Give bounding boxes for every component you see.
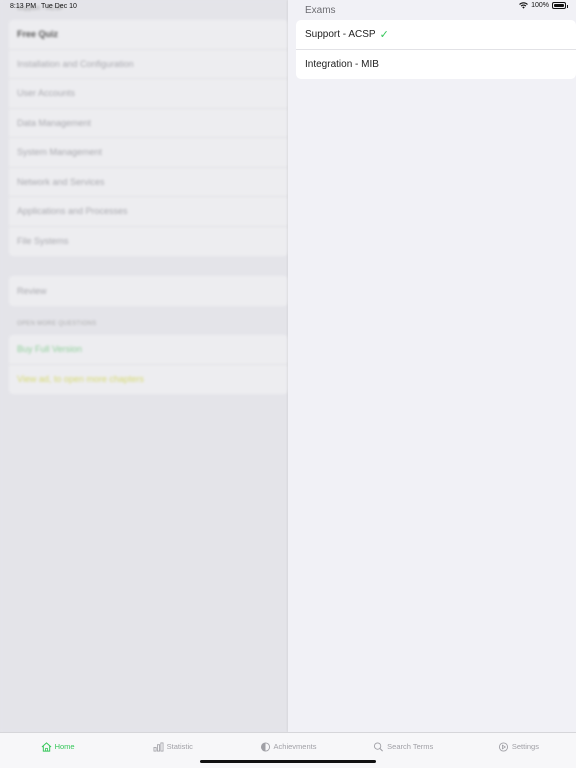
chapter-item[interactable]: Network and Services xyxy=(9,168,288,197)
tab-label: Statistic xyxy=(166,742,193,751)
exam-item-support-acsp[interactable]: Support - ACSP ✓ xyxy=(296,20,576,50)
tab-label: Search Terms xyxy=(387,742,434,751)
wifi-icon xyxy=(519,2,528,9)
open-more-section-label: OPEN MORE QUESTIONS xyxy=(17,321,97,327)
house-icon xyxy=(41,741,51,752)
purchase-group: Buy Full Version View ad, to open more c… xyxy=(9,335,288,394)
buy-full-version-item[interactable]: Buy Full Version xyxy=(9,335,288,365)
play-circle-icon xyxy=(498,741,508,752)
exam-item-label: Integration - MIB xyxy=(305,58,379,70)
chapter-item[interactable]: Applications and Processes xyxy=(9,197,288,227)
search-icon xyxy=(374,741,384,751)
exam-item-label: Support - ACSP xyxy=(305,28,376,40)
battery-fill xyxy=(554,4,564,7)
half-circle-icon xyxy=(260,741,270,752)
home-indicator[interactable] xyxy=(200,760,376,763)
status-time: 8:13 PM xyxy=(10,3,37,10)
chapter-item[interactable]: Installation and Configuration xyxy=(9,50,288,79)
tab-label: Home xyxy=(54,742,75,751)
exams-popover: Exams Support - ACSP ✓ Integration - MIB xyxy=(288,0,576,732)
review-group: Review xyxy=(9,276,288,306)
tab-label: Achievments xyxy=(273,742,317,751)
checkmark-icon: ✓ xyxy=(379,28,389,41)
status-right: 100% xyxy=(519,2,568,9)
tab-label: Settings xyxy=(511,742,539,751)
view-ad-item[interactable]: View ad, to open more chapters xyxy=(9,365,288,395)
battery-icon xyxy=(552,2,568,9)
chapter-item[interactable]: File Systems xyxy=(9,227,288,257)
chapter-item[interactable]: System Management xyxy=(9,138,288,168)
bar-chart-icon xyxy=(153,742,164,751)
chapter-item[interactable]: Data Management xyxy=(9,109,288,138)
tab-home[interactable]: Home xyxy=(0,733,115,768)
chapter-list-panel: Support - ACSP Free Quiz Installation an… xyxy=(0,0,288,732)
chapter-group: Free Quiz Installation and Configuration… xyxy=(9,20,288,256)
chapter-item[interactable]: User Accounts xyxy=(9,79,288,109)
status-date: Tue Dec 10 xyxy=(41,3,77,10)
tab-settings[interactable]: Settings xyxy=(461,733,576,768)
exams-list: Support - ACSP ✓ Integration - MIB xyxy=(296,20,576,79)
exam-item-integration-mib[interactable]: Integration - MIB xyxy=(296,50,576,80)
chapter-item-free-quiz[interactable]: Free Quiz xyxy=(9,20,288,50)
review-item[interactable]: Review xyxy=(9,276,288,306)
battery-percent: 100% xyxy=(531,2,549,9)
status-bar: 8:13 PM Tue Dec 10 100% xyxy=(0,0,576,14)
